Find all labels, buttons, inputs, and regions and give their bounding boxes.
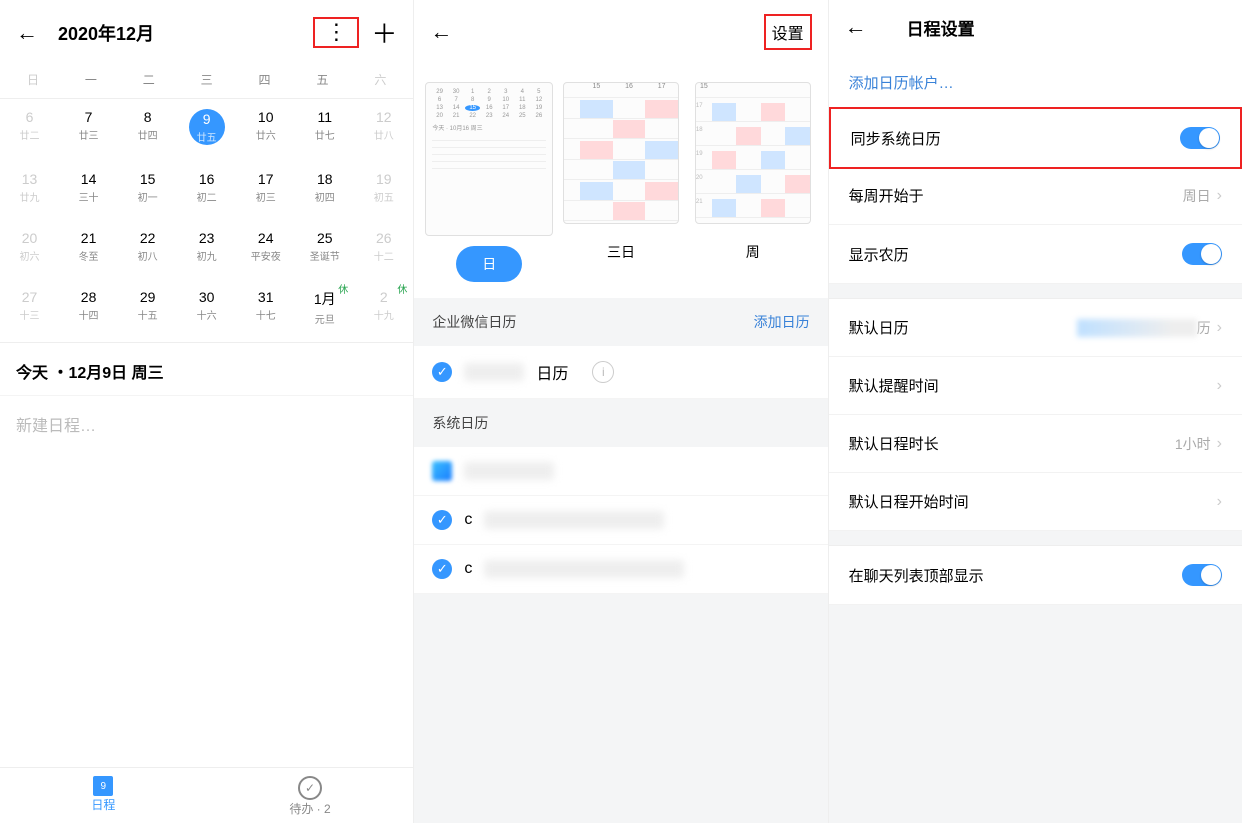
weekday-header: 日一二三四五六 xyxy=(0,65,413,99)
calendar-day-cell[interactable]: 23初九 xyxy=(177,220,236,279)
view-option-day[interactable]: 293012345 6789101112 13141516171819 2021… xyxy=(432,82,546,282)
enterprise-calendar-item[interactable]: ✓ 日历 i xyxy=(414,346,827,399)
overflow-menu-highlight: ⋮ xyxy=(313,17,359,48)
back-icon[interactable]: ← xyxy=(16,20,38,46)
calendar-day-cell[interactable]: 12廿八 xyxy=(354,99,413,161)
schedule-settings-pane: ← 日程设置 添加日历帐户… 同步系统日历 每周开始于 周日 › 显示农历 默认… xyxy=(829,0,1242,823)
view-option-week[interactable]: 15 17 18 19 20 21 周 xyxy=(696,82,810,282)
toggle-on-icon[interactable] xyxy=(1182,243,1222,265)
section-enterprise-calendar: 企业微信日历 添加日历 xyxy=(414,298,827,346)
calendar-day-cell[interactable]: 11廿七 xyxy=(295,99,354,161)
preview-threeday: 151617 xyxy=(563,82,679,224)
blurred-value xyxy=(1077,319,1197,337)
chevron-right-icon: › xyxy=(1217,377,1222,395)
weekday-label: 四 xyxy=(236,71,294,88)
chevron-right-icon: › xyxy=(1217,319,1222,337)
setting-show-lunar[interactable]: 显示农历 xyxy=(829,225,1242,284)
calendar-day-cell[interactable]: 2十九休 xyxy=(354,279,413,342)
calendar-day-cell[interactable]: 24平安夜 xyxy=(236,220,295,279)
calendar-day-cell[interactable]: 31十七 xyxy=(236,279,295,342)
toggle-on-icon[interactable] xyxy=(1180,127,1220,149)
calendar-day-cell[interactable]: 22初八 xyxy=(118,220,177,279)
setting-sync-system-calendar[interactable]: 同步系统日历 xyxy=(829,107,1242,169)
calendar-day-cell[interactable]: 7廿三 xyxy=(59,99,118,161)
calendar-day-cell[interactable]: 25圣诞节 xyxy=(295,220,354,279)
view-option-threeday[interactable]: 151617 三日 xyxy=(564,82,678,282)
view-label-week: 周 xyxy=(738,234,768,270)
tab-todo[interactable]: ✓ 待办 · 2 xyxy=(207,776,414,817)
bottom-nav: 9 日程 ✓ 待办 · 2 xyxy=(0,767,413,823)
weekday-label: 三 xyxy=(178,71,236,88)
weekday-label: 六 xyxy=(351,71,409,88)
calendar-day-cell[interactable]: 30十六 xyxy=(177,279,236,342)
section-system-calendar: 系统日历 xyxy=(414,399,827,447)
month-title[interactable]: 2020年12月 xyxy=(58,20,154,46)
calendar-day-cell[interactable]: 1月元旦休 xyxy=(295,279,354,342)
calendar-day-cell[interactable]: 18初四 xyxy=(295,161,354,220)
preview-week: 15 17 18 19 20 21 xyxy=(695,82,811,224)
check-circle-icon[interactable]: ✓ xyxy=(432,362,452,382)
system-icon xyxy=(432,461,452,481)
check-circle-icon: ✓ xyxy=(298,776,322,800)
chevron-right-icon: › xyxy=(1217,493,1222,511)
add-calendar-button[interactable]: 添加日历 xyxy=(754,312,810,332)
calendar-day-cell[interactable]: 16初二 xyxy=(177,161,236,220)
settings-button[interactable]: 设置 xyxy=(772,26,804,43)
weekday-label: 二 xyxy=(120,71,178,88)
page-title: 日程设置 xyxy=(907,15,975,40)
system-calendar-item[interactable]: ✓ c xyxy=(414,545,827,594)
setting-pin-in-chat[interactable]: 在聊天列表顶部显示 xyxy=(829,546,1242,605)
calendar-day-cell[interactable]: 13廿九 xyxy=(0,161,59,220)
add-calendar-account-button[interactable]: 添加日历帐户… xyxy=(829,54,1242,109)
info-icon[interactable]: i xyxy=(592,361,614,383)
chevron-right-icon: › xyxy=(1217,187,1222,205)
dots-vertical-icon[interactable]: ⋮ xyxy=(325,19,347,44)
setting-default-calendar[interactable]: 默认日历 历 › xyxy=(829,299,1242,357)
calendar-day-cell[interactable]: 9廿五 xyxy=(177,99,236,161)
calendar-day-cell[interactable]: 26十二 xyxy=(354,220,413,279)
new-event-input[interactable]: 新建日程… xyxy=(0,395,413,452)
calendar-day-cell[interactable]: 27十三 xyxy=(0,279,59,342)
chevron-right-icon: › xyxy=(1217,435,1222,453)
back-icon[interactable]: ← xyxy=(845,14,867,40)
view-label-threeday: 三日 xyxy=(599,234,643,270)
setting-week-start[interactable]: 每周开始于 周日 › xyxy=(829,167,1242,225)
calendar-day-cell[interactable]: 29十五 xyxy=(118,279,177,342)
setting-default-start[interactable]: 默认日程开始时间 › xyxy=(829,473,1242,531)
weekday-label: 一 xyxy=(62,71,120,88)
calendar-day-cell[interactable]: 8廿四 xyxy=(118,99,177,161)
add-event-icon[interactable]: ＋ xyxy=(371,14,397,51)
setting-default-reminder[interactable]: 默认提醒时间 › xyxy=(829,357,1242,415)
view-label-day: 日 xyxy=(456,246,522,282)
today-label: 今天 ・12月9日 周三 xyxy=(0,342,413,395)
check-circle-icon[interactable]: ✓ xyxy=(432,510,452,530)
calendar-day-cell[interactable]: 28十四 xyxy=(59,279,118,342)
check-circle-icon[interactable]: ✓ xyxy=(432,559,452,579)
calendar-day-cell[interactable]: 20初六 xyxy=(0,220,59,279)
calendar-day-cell[interactable]: 14三十 xyxy=(59,161,118,220)
calendar-day-cell[interactable]: 17初三 xyxy=(236,161,295,220)
weekday-label: 五 xyxy=(294,71,352,88)
calendar-day-cell[interactable]: 21冬至 xyxy=(59,220,118,279)
calendar-day-cell[interactable]: 6廿二 xyxy=(0,99,59,161)
tab-schedule[interactable]: 9 日程 xyxy=(0,776,207,817)
toggle-on-icon[interactable] xyxy=(1182,564,1222,586)
preview-day: 293012345 6789101112 13141516171819 2021… xyxy=(425,82,553,236)
calendar-pane: ← 2020年12月 ⋮ ＋ 日一二三四五六 6廿二7廿三8廿四9廿五10廿六1… xyxy=(0,0,414,823)
view-settings-pane: ← 设置 293012345 6789101112 13141516171819… xyxy=(414,0,828,823)
weekday-label: 日 xyxy=(4,71,62,88)
system-calendar-item[interactable] xyxy=(414,447,827,496)
calendar-day-cell[interactable]: 19初五 xyxy=(354,161,413,220)
back-icon[interactable]: ← xyxy=(430,19,452,45)
settings-button-highlight: 设置 xyxy=(764,14,812,50)
calendar-badge-icon: 9 xyxy=(93,776,113,796)
calendar-day-cell[interactable]: 10廿六 xyxy=(236,99,295,161)
system-calendar-item[interactable]: ✓ c xyxy=(414,496,827,545)
calendar-day-cell[interactable]: 15初一 xyxy=(118,161,177,220)
calendar-grid[interactable]: 6廿二7廿三8廿四9廿五10廿六11廿七12廿八 13廿九14三十15初一16初二… xyxy=(0,99,413,342)
setting-default-duration[interactable]: 默认日程时长 1小时 › xyxy=(829,415,1242,473)
